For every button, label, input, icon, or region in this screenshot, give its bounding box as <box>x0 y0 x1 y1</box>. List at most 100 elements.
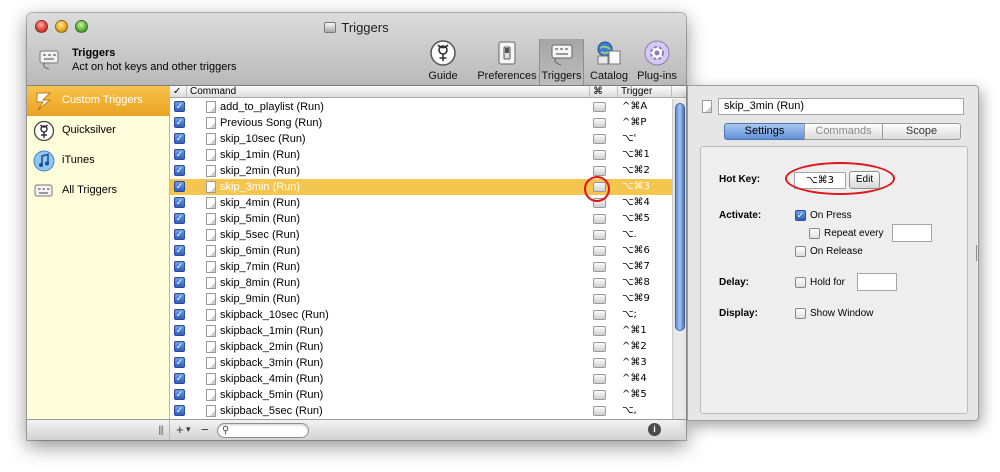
music-note-icon <box>33 150 55 172</box>
command-cell: skip_8min (Run) <box>220 277 301 289</box>
enabled-checkbox[interactable]: ✓ <box>174 165 185 176</box>
enabled-checkbox[interactable]: ✓ <box>174 293 185 304</box>
toolbar-guide-button[interactable]: Guide <box>424 39 462 85</box>
sidebar-item-all-triggers[interactable]: All Triggers <box>27 176 170 206</box>
toolbar-plugins-button[interactable]: Plug-ins <box>633 39 681 85</box>
table-row[interactable]: ✓ skipback_3min (Run) ^⌘3 <box>170 355 672 371</box>
enabled-checkbox[interactable]: ✓ <box>174 197 185 208</box>
table-row[interactable]: ✓ skip_10sec (Run) ⌥' <box>170 131 672 147</box>
table-row[interactable]: ✓ skip_5sec (Run) ⌥. <box>170 227 672 243</box>
on-release-checkbox[interactable] <box>795 246 806 257</box>
script-document-icon <box>206 133 216 145</box>
table-row[interactable]: ✓ skipback_10sec (Run) ⌥; <box>170 307 672 323</box>
keyboard-trigger-icon <box>593 374 606 384</box>
add-trigger-menu-icon[interactable]: ▾ <box>186 422 191 437</box>
enabled-checkbox[interactable]: ✓ <box>174 213 185 224</box>
table-row[interactable]: ✓ skipback_5sec (Run) ⌥, <box>170 403 672 419</box>
sidebar: Custom Triggers Quicksilver iTunes All T… <box>27 86 170 419</box>
table-row[interactable]: ✓ skip_8min (Run) ⌥⌘8 <box>170 275 672 291</box>
enabled-checkbox[interactable]: ✓ <box>174 133 185 144</box>
enabled-checkbox[interactable]: ✓ <box>174 181 185 192</box>
tab-settings[interactable]: Settings <box>724 123 805 140</box>
table-footer: + ▾ − ⚲ i <box>170 419 686 440</box>
command-cell: skip_5sec (Run) <box>220 229 300 241</box>
table-row[interactable]: ✓ Previous Song (Run) ^⌘P <box>170 115 672 131</box>
enabled-checkbox[interactable]: ✓ <box>174 245 185 256</box>
keyboard-trigger-icon <box>593 342 606 352</box>
enabled-checkbox[interactable]: ✓ <box>174 341 185 352</box>
table-row[interactable]: ✓ skip_6min (Run) ⌥⌘6 <box>170 243 672 259</box>
command-cell: skip_9min (Run) <box>220 293 301 305</box>
enabled-checkbox[interactable]: ✓ <box>174 309 185 320</box>
toolbar: Triggers Triggers Act on hot keys and ot… <box>27 13 686 86</box>
repeat-every-checkbox[interactable] <box>809 228 820 239</box>
trigger-cell: ⌥⌘8 <box>622 277 650 288</box>
script-document-icon <box>206 149 216 161</box>
script-document-icon <box>702 100 712 113</box>
enabled-checkbox[interactable]: ✓ <box>174 117 185 128</box>
table-row[interactable]: ✓ skipback_4min (Run) ^⌘4 <box>170 371 672 387</box>
add-trigger-button[interactable]: + <box>176 422 184 437</box>
switch-icon <box>498 41 516 65</box>
scrollbar-thumb[interactable] <box>675 103 685 331</box>
enabled-checkbox[interactable]: ✓ <box>174 101 185 112</box>
info-button[interactable]: i <box>648 423 661 436</box>
hold-duration-field[interactable] <box>857 273 897 291</box>
triggers-table: ✓ Command ⌘ Trigger ✓ add_to_playlist (Ru… <box>170 86 686 419</box>
show-window-checkbox[interactable] <box>795 308 806 319</box>
table-row[interactable]: ✓ skip_7min (Run) ⌥⌘7 <box>170 259 672 275</box>
table-row[interactable]: ✓ skip_5min (Run) ⌥⌘5 <box>170 211 672 227</box>
on-press-label: On Press <box>810 210 852 221</box>
enabled-checkbox[interactable]: ✓ <box>174 149 185 160</box>
hold-for-checkbox[interactable] <box>795 277 806 288</box>
script-document-icon <box>206 373 216 385</box>
table-row[interactable]: ✓ add_to_playlist (Run) ^⌘A <box>170 99 672 115</box>
sidebar-resize-handle[interactable]: ||| <box>158 425 164 436</box>
keyboard-trigger-icon <box>593 390 606 400</box>
tab-scope[interactable]: Scope <box>882 123 961 140</box>
panel-resize-handle[interactable] <box>976 245 979 261</box>
remove-trigger-button[interactable]: − <box>201 422 209 437</box>
command-cell: add_to_playlist (Run) <box>220 101 324 113</box>
quicksilver-logo-icon <box>430 40 456 66</box>
tab-commands[interactable]: Commands <box>804 123 883 140</box>
search-field[interactable]: ⚲ <box>217 423 309 438</box>
table-row[interactable]: ✓ skipback_2min (Run) ^⌘2 <box>170 339 672 355</box>
table-row[interactable]: ✓ skipback_1min (Run) ^⌘1 <box>170 323 672 339</box>
toolbar-catalog-button[interactable]: Catalog <box>589 39 629 85</box>
table-row[interactable]: ✓ skip_1min (Run) ⌥⌘1 <box>170 147 672 163</box>
sidebar-item-quicksilver[interactable]: Quicksilver <box>27 116 170 146</box>
enabled-checkbox[interactable]: ✓ <box>174 357 185 368</box>
enabled-checkbox[interactable]: ✓ <box>174 373 185 384</box>
trigger-cell: ⌥⌘2 <box>622 165 650 176</box>
enabled-checkbox[interactable]: ✓ <box>174 389 185 400</box>
enabled-checkbox[interactable]: ✓ <box>174 325 185 336</box>
enabled-checkbox[interactable]: ✓ <box>174 405 185 416</box>
enabled-checkbox[interactable]: ✓ <box>174 277 185 288</box>
sidebar-item-custom-triggers[interactable]: Custom Triggers <box>27 86 170 116</box>
command-cell: skip_1min (Run) <box>220 149 301 161</box>
hold-for-label: Hold for <box>810 277 846 288</box>
column-header-type[interactable]: ⌘ <box>590 86 618 98</box>
command-cell: skip_7min (Run) <box>220 261 301 273</box>
table-row[interactable]: ✓ skipback_5min (Run) ^⌘5 <box>170 387 672 403</box>
column-header-enabled[interactable]: ✓ <box>170 86 187 98</box>
column-header-command[interactable]: Command <box>187 86 590 98</box>
enabled-checkbox[interactable]: ✓ <box>174 229 185 240</box>
toolbar-triggers-button[interactable]: Triggers <box>539 39 584 85</box>
sidebar-item-itunes[interactable]: iTunes <box>27 146 170 176</box>
table-scrollbar[interactable] <box>672 99 686 419</box>
repeat-interval-field[interactable] <box>892 224 932 242</box>
sidebar-footer: ||| <box>27 419 170 440</box>
enabled-checkbox[interactable]: ✓ <box>174 261 185 272</box>
on-press-checkbox[interactable]: ✓ <box>795 210 806 221</box>
trigger-cell: ⌥⌘5 <box>622 213 650 224</box>
hotkey-label: Hot Key: <box>719 174 761 185</box>
keyboard-trigger-icon <box>593 406 606 416</box>
toolbar-preferences-button[interactable]: Preferences <box>476 39 538 85</box>
table-row[interactable]: ✓ skip_9min (Run) ⌥⌘9 <box>170 291 672 307</box>
script-document-icon <box>206 165 216 177</box>
column-header-trigger[interactable]: Trigger <box>618 86 672 98</box>
trigger-cell: ^⌘4 <box>622 373 647 384</box>
trigger-name-field[interactable]: skip_3min (Run) <box>718 98 964 115</box>
